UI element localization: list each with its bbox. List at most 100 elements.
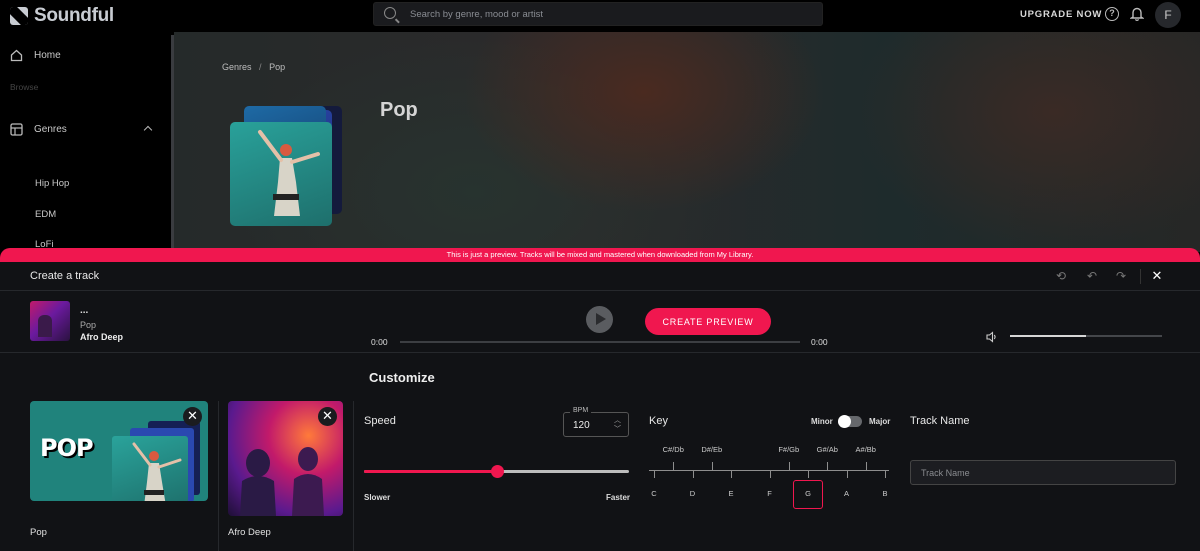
dancer-figure [258, 130, 320, 216]
key-option-b[interactable]: B [882, 489, 887, 498]
key-option-sharp[interactable]: F#/Gb [778, 445, 799, 454]
key-tick [827, 462, 829, 470]
key-option-g[interactable]: G [805, 489, 811, 498]
key-option-sharp[interactable]: C#/Db [663, 445, 684, 454]
genre-card-label: Pop [30, 527, 47, 538]
key-option-f[interactable]: F [767, 489, 772, 498]
header-divider [1140, 269, 1141, 284]
track-genre: Pop [80, 320, 97, 330]
card-divider [218, 401, 219, 551]
speed-slider[interactable] [364, 465, 629, 478]
volume-slider[interactable] [1010, 335, 1162, 337]
track-thumbnail [30, 301, 70, 341]
template-card-label: Afro Deep [228, 527, 271, 538]
sidebar-item-hip-hop[interactable]: Hip Hop [35, 178, 69, 189]
key-option-e[interactable]: E [728, 489, 733, 498]
track-name-input[interactable] [910, 460, 1176, 485]
sidebar-item-genres[interactable]: Genres [10, 123, 67, 136]
genre-hero: Genres / Pop Pop [174, 32, 1200, 252]
page-title: Pop [380, 99, 418, 121]
browse-heading: Browse [10, 82, 39, 92]
remove-pop-icon[interactable]: ✕ [183, 407, 202, 426]
minor-major-toggle[interactable] [838, 415, 862, 428]
help-icon[interactable]: ? [1105, 7, 1119, 21]
customize-heading: Customize [369, 370, 435, 385]
minor-label: Minor [811, 417, 833, 426]
card-divider [353, 401, 354, 551]
track-name: ... [80, 305, 89, 316]
remove-afro-deep-icon[interactable]: ✕ [318, 407, 337, 426]
key-tick [846, 470, 848, 478]
sidebar-item-home[interactable]: Home [10, 49, 61, 62]
logo-text: Soundful [34, 5, 114, 26]
volume-icon[interactable] [986, 331, 998, 343]
breadcrumb: Genres / Pop [222, 62, 285, 72]
home-icon [10, 49, 23, 62]
key-tick [654, 470, 655, 478]
time-total: 0:00 [811, 337, 828, 347]
logo[interactable]: Soundful [10, 5, 114, 27]
redo-icon[interactable]: ↷ [1114, 269, 1128, 283]
key-option-c[interactable]: C [651, 489, 656, 498]
genre-cover-image [230, 122, 332, 226]
genre-card-pop[interactable]: POP [30, 401, 208, 501]
bell-icon[interactable] [1130, 6, 1144, 21]
chevron-up-icon[interactable] [143, 125, 153, 135]
sidebar-item-edm[interactable]: EDM [35, 209, 56, 220]
grid-icon [10, 123, 23, 136]
close-icon[interactable]: ✕ [1150, 269, 1164, 283]
toggle-knob [838, 415, 851, 428]
upgrade-button[interactable]: UPGRADE NOW [1020, 9, 1102, 20]
search-icon [384, 7, 396, 19]
faster-label: Faster [606, 493, 631, 502]
play-button[interactable] [586, 306, 613, 333]
key-tick [731, 470, 732, 478]
key-option-sharp[interactable]: D#/Eb [701, 445, 722, 454]
volume-level [1010, 335, 1086, 337]
chevron-up-icon[interactable]: ︿ [614, 416, 621, 425]
track-name-label: Track Name [910, 415, 970, 427]
speed-knob[interactable] [490, 465, 504, 478]
slower-label: Slower [364, 493, 391, 502]
bpm-tag: BPM [570, 407, 592, 414]
breadcrumb-separator: / [259, 62, 262, 72]
track-template: Afro Deep [80, 332, 124, 342]
key-tick [692, 470, 694, 478]
key-option-a[interactable]: A [844, 489, 849, 498]
top-bar: Soundful UPGRADE NOW ? F [0, 0, 1200, 32]
key-option-sharp[interactable]: A#/Bb [856, 445, 876, 454]
key-label: Key [649, 415, 668, 427]
player-bar: ... Pop Afro Deep CREATE PREVIEW 0:00 0:… [0, 291, 1200, 353]
search-input[interactable] [410, 3, 810, 25]
bpm-value[interactable]: 120 [573, 420, 590, 431]
sidebar-item-label: Home [34, 50, 61, 61]
logo-icon [10, 7, 28, 25]
search-bar[interactable] [373, 2, 823, 26]
key-option-sharp[interactable]: G#/Ab [817, 445, 838, 454]
pop-cover-image [112, 436, 188, 501]
undo-icon[interactable]: ↶ [1085, 269, 1099, 283]
key-tick [769, 470, 771, 478]
key-option-d[interactable]: D [690, 489, 695, 498]
time-current: 0:00 [371, 337, 388, 347]
key-tick [673, 462, 675, 470]
key-tick [808, 470, 809, 478]
progress-bar[interactable] [400, 341, 800, 343]
key-tick [788, 462, 790, 470]
panel-title: Create a track [30, 270, 100, 282]
genre-cover-stack [230, 106, 355, 226]
key-tick [711, 462, 713, 470]
bpm-stepper[interactable]: BPM 120 ︿ ﹀ [563, 407, 629, 437]
panel-header: Create a track ⟲ ↶ ↷ ✕ [0, 262, 1200, 291]
create-track-panel: Create a track ⟲ ↶ ↷ ✕ ... Pop Afro Deep… [0, 262, 1200, 551]
avatar[interactable]: F [1155, 2, 1181, 28]
history-icon[interactable]: ⟲ [1054, 269, 1068, 283]
preview-banner: This is just a preview. Tracks will be m… [0, 248, 1200, 262]
chevron-down-icon[interactable]: ﹀ [614, 425, 621, 434]
major-label: Major [869, 417, 891, 426]
breadcrumb-current: Pop [269, 62, 286, 72]
create-preview-button[interactable]: CREATE PREVIEW [645, 308, 771, 335]
stepper-arrows[interactable]: ︿ ﹀ [614, 416, 621, 434]
key-tick [865, 462, 867, 470]
breadcrumb-root[interactable]: Genres [222, 62, 252, 72]
